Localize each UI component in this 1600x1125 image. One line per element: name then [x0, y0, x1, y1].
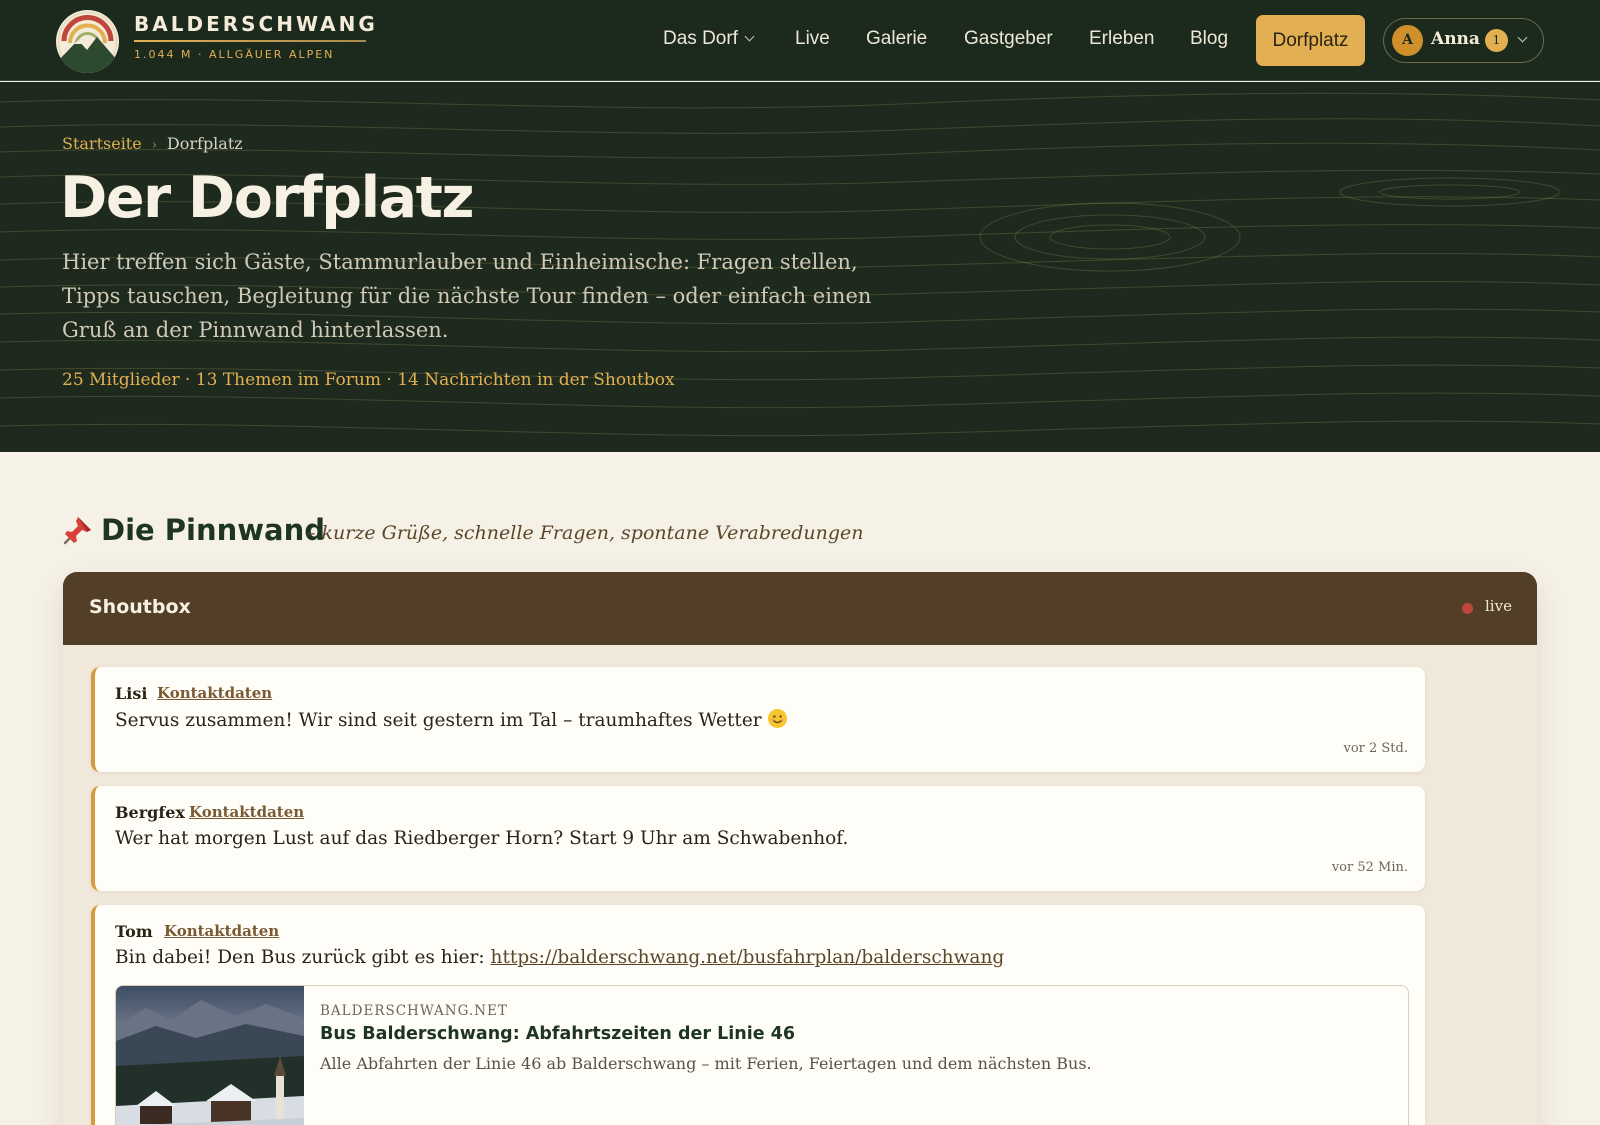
brand-divider — [134, 40, 366, 42]
brand-name: BALDERSCHWANG — [134, 12, 378, 36]
contact-link[interactable]: Kontaktdaten — [164, 922, 279, 940]
message-text: Servus zusammen! Wir sind seit gestern i… — [115, 709, 787, 731]
message-author: Lisi — [115, 684, 148, 703]
breadcrumb-home-link[interactable]: Startseite — [62, 134, 142, 153]
shoutbox: Shoutbox live Lisi Kontaktdaten Servus z… — [63, 572, 1537, 1125]
pinnwand-title: Die Pinnwand — [101, 513, 326, 547]
contact-link[interactable]: Kontaktdaten — [189, 803, 304, 821]
chevron-down-icon — [1517, 32, 1528, 43]
chevron-down-icon — [744, 31, 755, 42]
message-author: Bergfex — [115, 803, 185, 822]
hero-section: Startseite › Dorfplatz Der Dorfplatz Hier … — [0, 82, 1600, 452]
shoutbox-message: Tom Kontaktdaten Bin dabei! Den Bus zurü… — [91, 905, 1425, 1125]
page-title: Der Dorfplatz — [60, 165, 475, 231]
community-stats: 25 Mitglieder · 13 Themen im Forum · 14 … — [62, 370, 675, 390]
nav-item-erleben[interactable]: Erleben — [1089, 28, 1155, 50]
avatar: A — [1392, 25, 1423, 56]
message-author: Tom — [115, 922, 153, 941]
nav-cta-dorfplatz[interactable]: Dorfplatz — [1256, 15, 1365, 66]
preview-thumbnail — [116, 986, 304, 1125]
brand-wordmark[interactable]: BALDERSCHWANG 1.044 M · ALLGÄUER ALPEN — [134, 12, 378, 61]
pinnwand-subtitle: – kurze Grüße, schnelle Fragen, spontane… — [306, 522, 864, 544]
breadcrumb-current: Dorfplatz — [166, 134, 243, 153]
smiling-face-icon — [767, 709, 787, 728]
breadcrumb: Startseite › Dorfplatz — [62, 134, 243, 153]
user-menu-button[interactable]: A Anna 1 — [1383, 18, 1544, 63]
breadcrumb-separator: › — [151, 138, 157, 153]
shoutbox-header: Shoutbox live — [63, 572, 1537, 645]
shoutbox-message: Bergfex Kontaktdaten Wer hat morgen Lust… — [91, 786, 1425, 891]
nav-item-galerie[interactable]: Galerie — [866, 28, 927, 50]
contact-link[interactable]: Kontaktdaten — [157, 684, 272, 702]
live-status: live — [1485, 597, 1512, 615]
live-indicator-icon — [1462, 603, 1473, 614]
link-preview-card[interactable]: BALDERSCHWANG.NET Bus Balderschwang: Abf… — [115, 985, 1409, 1125]
message-text-content: Bin dabei! Den Bus zurück gibt es hier: — [115, 947, 485, 968]
preview-description: Alle Abfahrten der Linie 46 ab Baldersch… — [320, 1054, 1092, 1073]
message-url-link[interactable]: https://balderschwang.net/busfahrplan/ba… — [491, 947, 1005, 968]
message-text: Bin dabei! Den Bus zurück gibt es hier: … — [115, 947, 1004, 968]
shoutbox-message: Lisi Kontaktdaten Servus zusammen! Wir s… — [91, 667, 1425, 772]
page-intro: Hier treffen sich Gäste, Stammurlauber u… — [62, 250, 872, 342]
nav-item-gastgeber[interactable]: Gastgeber — [964, 28, 1053, 50]
shoutbox-title: Shoutbox — [89, 596, 191, 618]
preview-domain: BALDERSCHWANG.NET — [320, 1003, 508, 1019]
logo-icon[interactable] — [56, 10, 119, 73]
top-navigation: BALDERSCHWANG 1.044 M · ALLGÄUER ALPEN D… — [0, 0, 1600, 81]
nav-item-live[interactable]: Live — [795, 28, 830, 50]
nav-item-label: Das Dorf — [663, 28, 738, 49]
notification-badge: 1 — [1485, 29, 1508, 52]
message-time: vor 2 Std. — [1343, 741, 1408, 756]
user-name: Anna — [1431, 29, 1480, 49]
message-text: Wer hat morgen Lust auf das Riedberger H… — [115, 828, 849, 849]
message-text-content: Servus zusammen! Wir sind seit gestern i… — [115, 710, 762, 731]
nav-item-blog[interactable]: Blog — [1190, 28, 1228, 50]
message-time: vor 52 Min. — [1331, 860, 1408, 875]
preview-title: Bus Balderschwang: Abfahrtszeiten der Li… — [320, 1024, 796, 1044]
pushpin-icon — [63, 517, 91, 545]
brand-tagline: 1.044 M · ALLGÄUER ALPEN — [134, 48, 335, 61]
nav-item-das-dorf[interactable]: Das Dorf — [663, 28, 755, 50]
